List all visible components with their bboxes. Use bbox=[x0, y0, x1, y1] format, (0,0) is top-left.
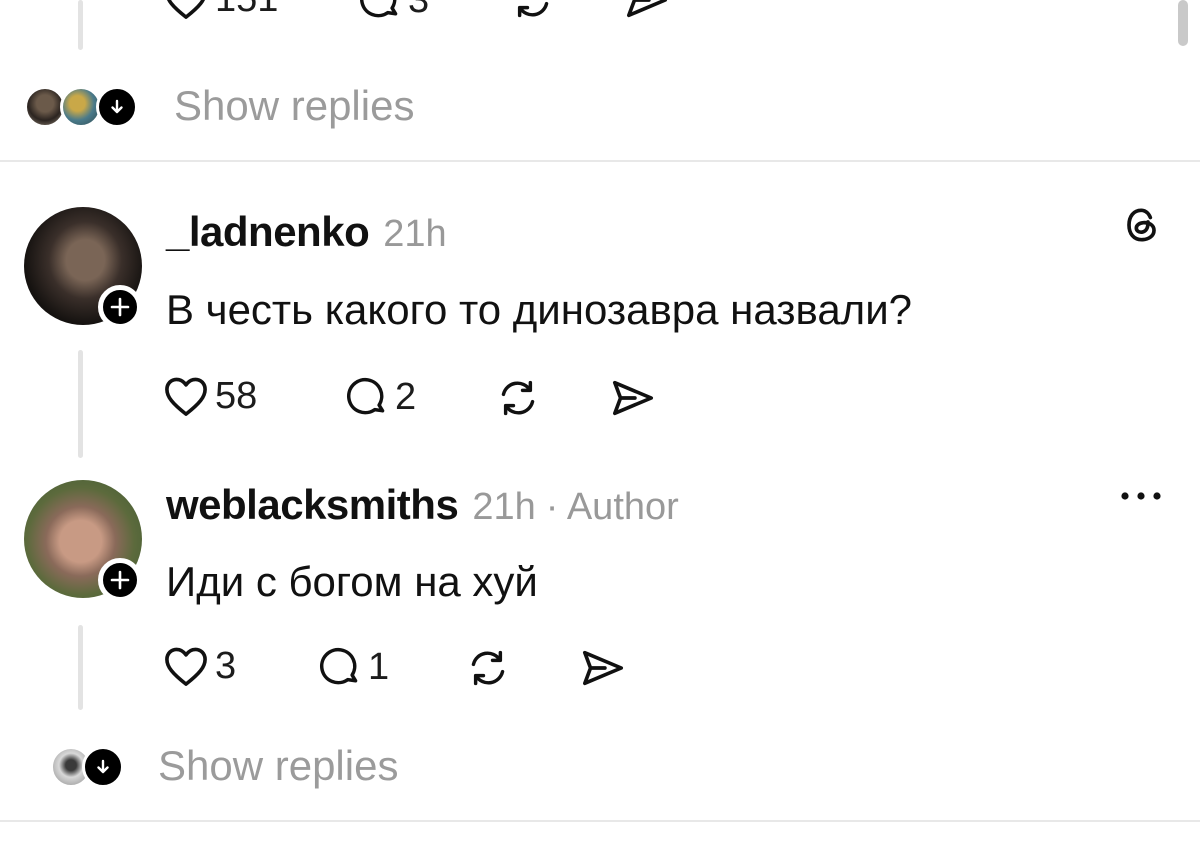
comment-icon bbox=[358, 0, 402, 22]
comment-header: weblacksmiths 21h · Author bbox=[166, 481, 679, 529]
like-count: 3 bbox=[215, 645, 237, 687]
comment-text: В честь какого то динозавра назвали? bbox=[166, 286, 913, 333]
follow-button[interactable] bbox=[98, 558, 142, 602]
expand-replies-button[interactable] bbox=[96, 86, 138, 128]
reply-count: 1 bbox=[368, 646, 390, 688]
plus-icon bbox=[109, 296, 131, 318]
like-button[interactable]: 58 bbox=[163, 375, 257, 417]
like-button[interactable]: 151 bbox=[163, 0, 278, 20]
repost-icon[interactable] bbox=[466, 648, 510, 688]
reply-button[interactable]: 1 bbox=[318, 645, 389, 689]
scrollbar[interactable] bbox=[1178, 0, 1188, 46]
reply-count: 3 bbox=[408, 0, 430, 21]
arrow-down-icon bbox=[93, 757, 113, 777]
heart-icon bbox=[163, 645, 209, 687]
comment-text: Иди с богом на хуй bbox=[166, 558, 538, 605]
heart-icon bbox=[163, 0, 209, 20]
author-badge: · Author bbox=[545, 486, 679, 528]
reply-count: 2 bbox=[395, 376, 417, 418]
timestamp: 21h bbox=[383, 213, 447, 255]
expand-replies-button[interactable] bbox=[82, 746, 124, 788]
reply-button[interactable]: 3 bbox=[358, 0, 429, 22]
thread-line bbox=[78, 625, 83, 710]
threads-logo-icon[interactable] bbox=[1122, 205, 1162, 245]
more-options-icon[interactable] bbox=[1118, 488, 1164, 504]
heart-icon bbox=[163, 375, 209, 417]
like-button[interactable]: 3 bbox=[163, 645, 236, 687]
thread-line bbox=[78, 0, 83, 50]
comment-icon bbox=[318, 645, 362, 689]
like-count: 151 bbox=[215, 0, 278, 18]
divider bbox=[0, 820, 1200, 822]
follow-button[interactable] bbox=[98, 285, 142, 329]
share-icon[interactable] bbox=[610, 378, 656, 418]
timestamp: 21h bbox=[472, 486, 536, 528]
divider bbox=[0, 160, 1200, 162]
comment-icon bbox=[345, 375, 389, 419]
show-replies-label: Show replies bbox=[174, 82, 415, 129]
reply-button[interactable]: 2 bbox=[345, 375, 416, 419]
username[interactable]: _ladnenko bbox=[166, 208, 370, 256]
repost-icon[interactable] bbox=[510, 0, 554, 20]
repost-icon[interactable] bbox=[496, 378, 540, 418]
plus-icon bbox=[109, 569, 131, 591]
like-count: 58 bbox=[215, 375, 258, 417]
comment-header: _ladnenko 21h bbox=[166, 208, 447, 256]
show-replies-row[interactable]: Show replies bbox=[24, 80, 504, 136]
show-replies-label: Show replies bbox=[158, 742, 399, 789]
username[interactable]: weblacksmiths bbox=[166, 481, 459, 529]
share-icon[interactable] bbox=[624, 0, 670, 20]
thread-line bbox=[78, 350, 83, 458]
arrow-down-icon bbox=[107, 97, 127, 117]
share-icon[interactable] bbox=[580, 648, 626, 688]
show-replies-row[interactable]: Show replies bbox=[50, 740, 510, 796]
